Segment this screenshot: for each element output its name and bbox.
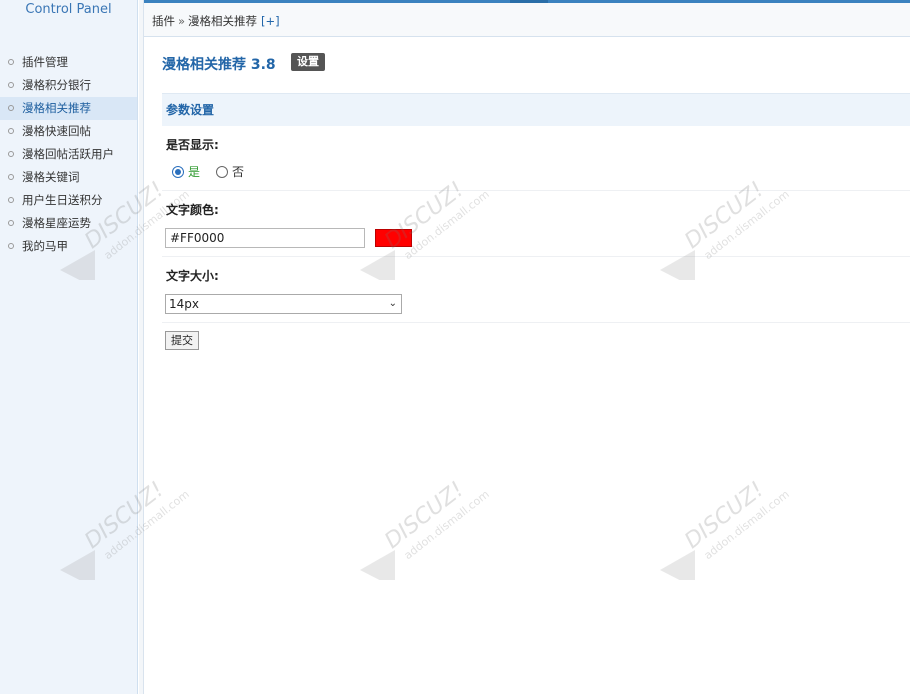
font-size-selected-value: 14px	[169, 297, 199, 311]
chevron-down-icon: ⌄	[388, 298, 397, 309]
divider	[162, 322, 910, 323]
section-title: 参数设置	[162, 93, 910, 126]
radio-yes[interactable]: 是	[172, 163, 200, 180]
sidebar-item-label: 用户生日送积分	[22, 193, 103, 207]
sidebar-item-label: 漫格相关推荐	[22, 101, 91, 115]
sidebar-item-horoscope[interactable]: 漫格星座运势	[0, 212, 137, 235]
sidebar: Control Panel 插件管理 漫格积分银行 漫格相关推荐 漫格快速回帖 …	[0, 0, 138, 694]
sidebar-item-related-recommend[interactable]: 漫格相关推荐	[0, 97, 137, 120]
breadcrumb-separator: »	[178, 14, 186, 28]
sidebar-item-label: 漫格积分银行	[22, 78, 91, 92]
bullet-icon	[8, 128, 14, 134]
main-content: 漫格相关推荐 3.8 设置 参数设置 是否显示: 是 否 文字颜色: 文字大小:…	[144, 37, 910, 694]
radio-no[interactable]: 否	[216, 163, 244, 180]
show-field-label: 是否显示:	[166, 138, 219, 152]
bullet-icon	[8, 82, 14, 88]
sidebar-item-label: 插件管理	[22, 55, 68, 69]
radio-checked-icon	[172, 165, 184, 178]
font-size-select[interactable]: 14px ⌄	[165, 294, 402, 314]
sidebar-menu: 插件管理 漫格积分银行 漫格相关推荐 漫格快速回帖 漫格回帖活跃用户 漫格关键词…	[0, 51, 137, 258]
bullet-icon	[8, 220, 14, 226]
color-swatch[interactable]	[375, 229, 412, 247]
sidebar-item-points-bank[interactable]: 漫格积分银行	[0, 74, 137, 97]
divider	[162, 256, 910, 257]
bullet-icon	[8, 174, 14, 180]
size-field-label: 文字大小:	[166, 269, 219, 283]
color-field-label: 文字颜色:	[166, 203, 219, 217]
sidebar-item-label: 漫格关键词	[22, 170, 80, 184]
sidebar-item-label: 漫格回帖活跃用户	[22, 147, 114, 161]
add-to-menu-link[interactable]: [+]	[261, 14, 280, 28]
sidebar-title: Control Panel	[25, 2, 112, 17]
color-input[interactable]	[165, 228, 365, 248]
sidebar-item-my-vest[interactable]: 我的马甲	[0, 235, 137, 258]
radio-yes-label: 是	[188, 165, 201, 179]
breadcrumb-current: 漫格相关推荐	[188, 14, 258, 28]
sidebar-item-keywords[interactable]: 漫格关键词	[0, 166, 137, 189]
radio-no-label: 否	[232, 165, 245, 179]
sidebar-item-plugin-manage[interactable]: 插件管理	[0, 51, 137, 74]
sidebar-item-label: 我的马甲	[22, 239, 68, 253]
sidebar-item-birthday-points[interactable]: 用户生日送积分	[0, 189, 137, 212]
page-title: 漫格相关推荐 3.8	[162, 57, 276, 73]
submit-button[interactable]: 提交	[165, 331, 199, 350]
bullet-icon	[8, 105, 14, 111]
sidebar-item-quick-reply[interactable]: 漫格快速回帖	[0, 120, 137, 143]
breadcrumb: 插件» 漫格相关推荐 [+]	[144, 3, 910, 37]
bullet-icon	[8, 59, 14, 65]
settings-button[interactable]: 设置	[291, 53, 325, 71]
sidebar-item-label: 漫格快速回帖	[22, 124, 91, 138]
divider	[162, 190, 910, 191]
bullet-icon	[8, 197, 14, 203]
bullet-icon	[8, 243, 14, 249]
bullet-icon	[8, 151, 14, 157]
sidebar-item-active-users[interactable]: 漫格回帖活跃用户	[0, 143, 137, 166]
breadcrumb-root[interactable]: 插件	[152, 14, 175, 28]
radio-unchecked-icon	[216, 165, 228, 178]
sidebar-item-label: 漫格星座运势	[22, 216, 91, 230]
